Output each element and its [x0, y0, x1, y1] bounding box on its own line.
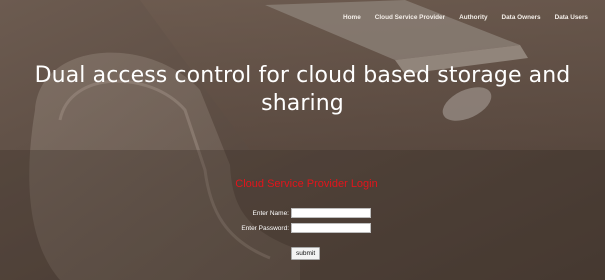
name-label: Enter Name: — [252, 209, 290, 217]
page: Home Cloud Service Provider Authority Da… — [0, 0, 605, 280]
login-heading: Cloud Service Provider Login — [235, 178, 378, 190]
page-title-line1: Dual access control for cloud based stor… — [34, 63, 571, 88]
top-nav: Home Cloud Service Provider Authority Da… — [336, 14, 595, 21]
nav-home[interactable]: Home — [336, 14, 368, 21]
name-input[interactable] — [291, 208, 371, 218]
nav-authority[interactable]: Authority — [452, 14, 494, 21]
page-title: Dual access control for cloud based stor… — [0, 62, 605, 118]
page-title-line2: sharing — [261, 91, 344, 116]
nav-data-owners[interactable]: Data Owners — [495, 14, 548, 21]
nav-data-users[interactable]: Data Users — [548, 14, 595, 21]
name-row: Enter Name: — [245, 208, 371, 218]
submit-button[interactable]: submit — [291, 247, 321, 260]
password-label: Enter Password: — [241, 224, 289, 232]
nav-cloud-service-provider[interactable]: Cloud Service Provider — [368, 14, 452, 21]
password-row: Enter Password: — [240, 223, 371, 233]
password-input[interactable] — [291, 223, 371, 233]
background-photo — [0, 0, 605, 280]
